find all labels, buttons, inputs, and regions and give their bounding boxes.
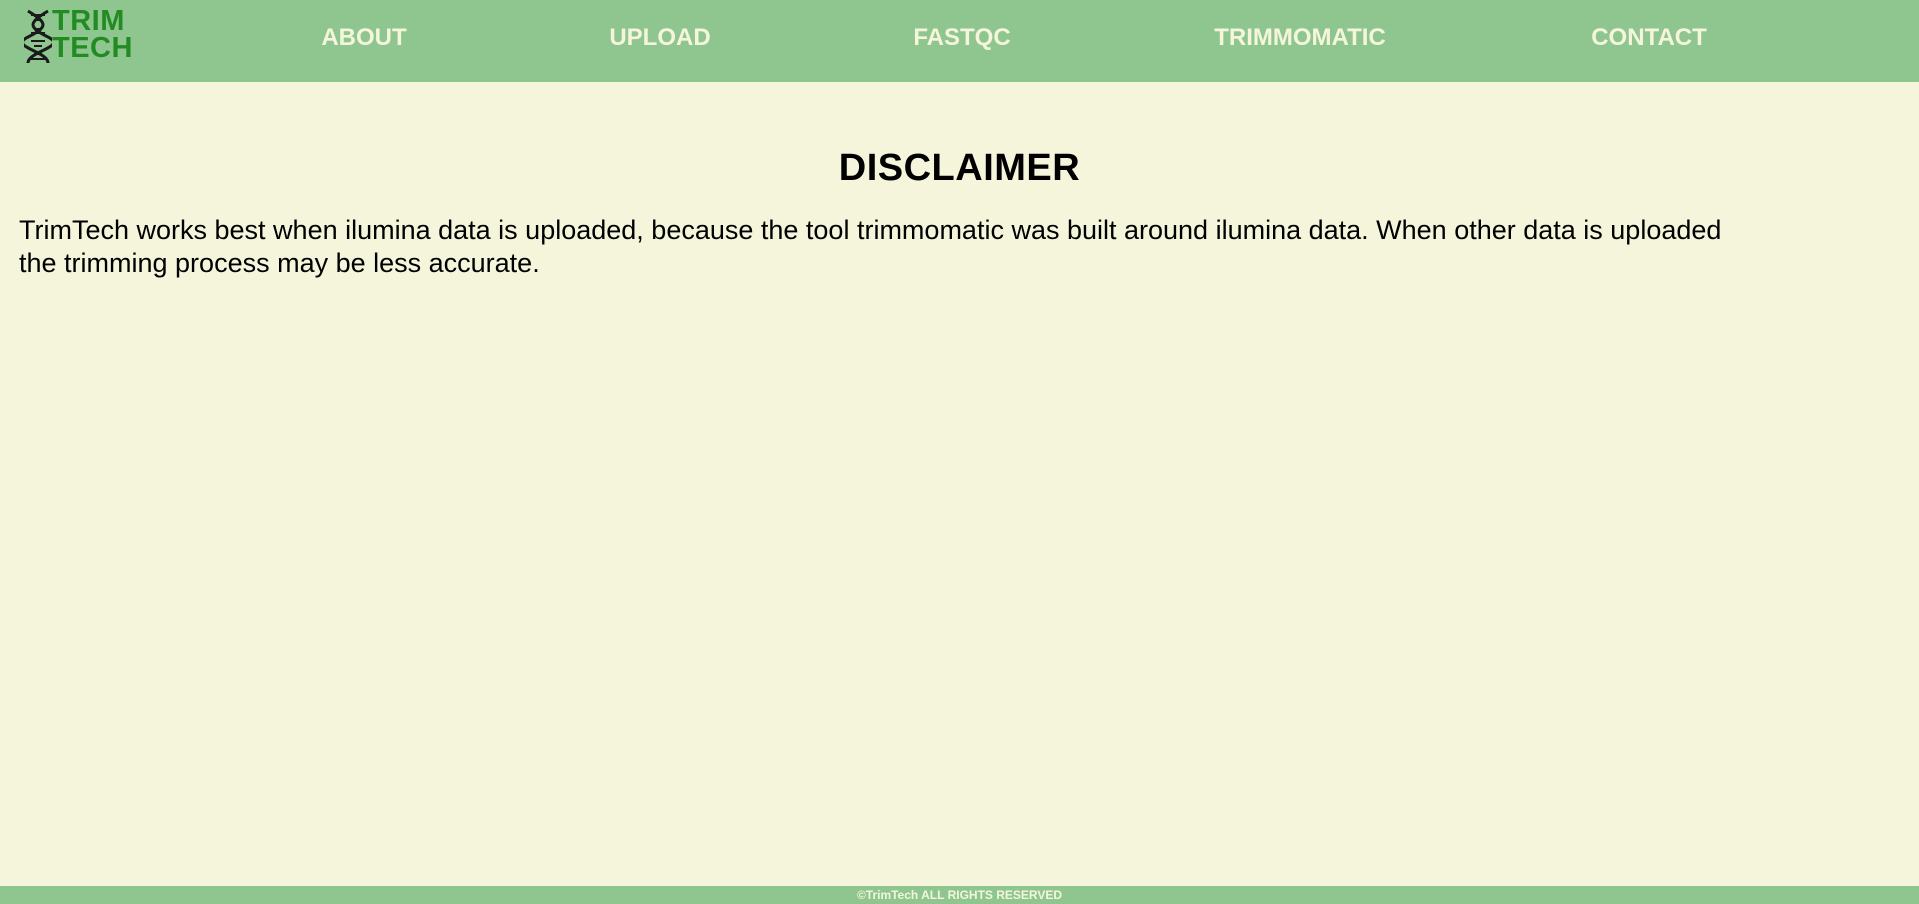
nav-link-contact[interactable]: CONTACT <box>1591 24 1707 52</box>
navbar: TRIM TECH ABOUT UPLOAD FASTQC TRIMMOMATI… <box>0 0 1919 82</box>
nav-link-trimmomatic[interactable]: TRIMMOMATIC <box>1214 24 1386 52</box>
nav-link-upload[interactable]: UPLOAD <box>609 24 710 52</box>
disclaimer-text: TrimTech works best when ilumina data is… <box>19 215 1722 278</box>
page-title: DISCLAIMER <box>838 147 1081 189</box>
dna-helix-icon <box>24 9 52 64</box>
logo-wordmark: TRIM TECH <box>52 5 133 64</box>
nav-link-fastqc[interactable]: FASTQC <box>913 24 1010 52</box>
logo-line-2: TECH <box>52 32 133 64</box>
logo-line-1: TRIM <box>52 5 125 37</box>
trimtech-logo[interactable]: TRIM TECH <box>24 5 144 66</box>
footer-copyright: ©TrimTech ALL RIGHTS RESERVED <box>856 888 1063 902</box>
footer: ©TrimTech ALL RIGHTS RESERVED <box>0 886 1919 904</box>
nav-link-about[interactable]: ABOUT <box>321 24 406 52</box>
